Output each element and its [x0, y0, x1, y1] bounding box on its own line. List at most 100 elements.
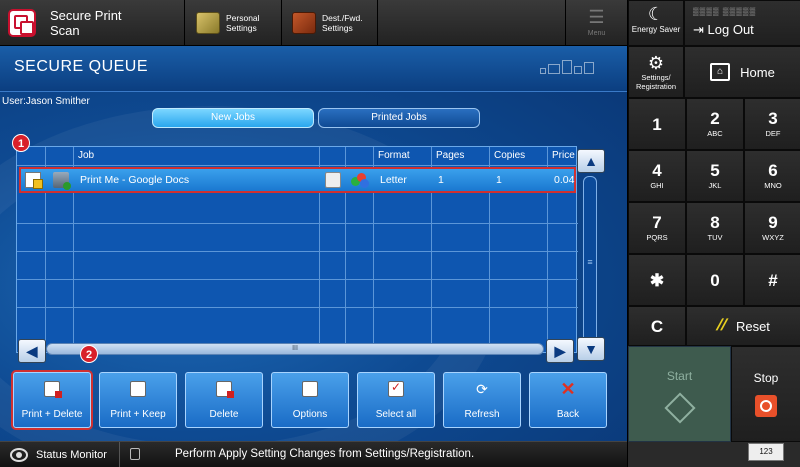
options-icon — [302, 381, 318, 397]
device-screen: Secure Print Scan Personal Settings Dest.… — [0, 0, 800, 467]
key-3[interactable]: 3 DEF — [744, 98, 800, 150]
select-all-icon — [388, 380, 404, 397]
reset-button[interactable]: // Reset — [686, 306, 800, 346]
column-header-price[interactable]: Price — [549, 147, 575, 165]
start-button[interactable]: Start — [628, 346, 731, 442]
pages-cell: 1 — [438, 174, 444, 186]
key-1[interactable]: 1 — [628, 98, 686, 150]
stop-icon — [755, 395, 777, 417]
back-button[interactable]: ✕ Back — [529, 372, 607, 428]
key-8-digit: 8 — [710, 213, 720, 232]
secure-queue-panel: SECURE QUEUE User:Jason Smither New Jobs… — [0, 46, 627, 441]
key-3-digit: 3 — [768, 109, 778, 128]
top-bar: Secure Print Scan Personal Settings Dest.… — [0, 0, 627, 46]
clear-button[interactable]: C — [628, 306, 686, 346]
personal-settings-button[interactable]: Personal Settings — [186, 0, 282, 46]
print-keep-button[interactable]: Print + Keep — [99, 372, 177, 428]
key-6[interactable]: 6 MNO — [744, 150, 800, 202]
key-0-digit: 0 — [710, 271, 720, 290]
key-2[interactable]: 2 ABC — [686, 98, 744, 150]
step-badge-2: 2 — [80, 345, 98, 363]
key-hash[interactable]: # — [744, 254, 800, 306]
key-6-digit: 6 — [768, 161, 778, 180]
logged-in-user-redacted: ▒▒▒▒ ▒▒▒▒▒ — [693, 7, 757, 16]
key-4-digit: 4 — [652, 161, 662, 180]
delete-label: Delete — [209, 409, 239, 420]
print-delete-button[interactable]: Print + Delete — [13, 372, 91, 428]
print-delete-label: Print + Delete — [21, 409, 83, 420]
key-6-letters: MNO — [764, 181, 782, 190]
column-header-pages[interactable]: Pages — [433, 147, 464, 165]
grid-line — [17, 251, 578, 252]
vertical-scroll-track[interactable]: ≡ — [583, 176, 597, 354]
key-7[interactable]: 7 PQRS — [628, 202, 686, 254]
keyboard-mode-button[interactable]: 123 — [748, 443, 784, 461]
table-row[interactable]: Print Me - Google Docs Letter 1 1 0.04 — [19, 167, 576, 193]
key-8[interactable]: 8 TUV — [686, 202, 744, 254]
lock-icon — [130, 448, 140, 460]
logout-button[interactable]: ▒▒▒▒ ▒▒▒▒▒ ⇥ Log Out — [684, 0, 800, 46]
job-table: Job Format Pages Copies Price Print Me -… — [16, 146, 578, 354]
refresh-label: Refresh — [464, 409, 500, 420]
logout-icon: ⇥ — [693, 22, 704, 37]
scroll-right-button[interactable]: ▶ — [546, 339, 574, 363]
user-label: User:Jason Smither — [2, 96, 90, 107]
menu-button[interactable]: ☰ Menu — [565, 0, 627, 46]
secure-print-icon — [8, 9, 36, 37]
key-3-letters: DEF — [765, 129, 781, 138]
column-header-job[interactable]: Job — [75, 147, 94, 165]
key-5[interactable]: 5 JKL — [686, 150, 744, 202]
page-title: SECURE QUEUE — [14, 58, 149, 75]
tab-new-jobs[interactable]: New Jobs — [152, 108, 314, 128]
personal-settings-icon — [196, 12, 220, 34]
stop-button[interactable]: Stop — [731, 346, 800, 442]
menu-icon: ☰ — [588, 7, 605, 27]
select-all-button[interactable]: Select all — [357, 372, 435, 428]
horizontal-scroll-grip: III — [292, 345, 298, 352]
title-bar: SECURE QUEUE — [0, 46, 627, 92]
key-4[interactable]: 4 GHI — [628, 150, 686, 202]
key-0[interactable]: 0 — [686, 254, 744, 306]
document-lock-icon — [25, 172, 43, 189]
back-label: Back — [556, 409, 580, 420]
home-button[interactable]: ⌂ Home — [684, 46, 800, 98]
reset-icon: // — [714, 317, 730, 334]
grid-line — [17, 165, 578, 166]
horizontal-scroll-thumb[interactable]: III — [46, 343, 544, 355]
key-4-letters: GHI — [650, 181, 664, 190]
status-monitor-button[interactable]: Status Monitor — [0, 442, 120, 467]
horizontal-scrollbar[interactable]: ◀ III ▶ — [18, 339, 574, 363]
key-9[interactable]: 9 WXYZ — [744, 202, 800, 254]
moon-icon: ☾ — [647, 4, 665, 24]
options-button[interactable]: Options — [271, 372, 349, 428]
print-keep-label: Print + Keep — [110, 409, 166, 420]
key-8-letters: TUV — [707, 233, 723, 242]
app-tile-secure-print[interactable]: Secure Print Scan — [0, 0, 185, 46]
delete-button[interactable]: Delete — [185, 372, 263, 428]
key-9-digit: 9 — [768, 213, 778, 232]
column-header-format[interactable]: Format — [375, 147, 410, 165]
key-1-digit: 1 — [652, 115, 662, 134]
settings-registration-button[interactable]: ⚙ Settings/Registration — [628, 46, 684, 98]
options-label: Options — [292, 409, 328, 420]
scroll-left-button[interactable]: ◀ — [18, 339, 46, 363]
start-label: Start — [666, 369, 693, 383]
key-7-digit: 7 — [652, 213, 662, 232]
tab-printed-jobs[interactable]: Printed Jobs — [318, 108, 480, 128]
key-2-letters: ABC — [707, 129, 723, 138]
key-5-letters: JKL — [708, 181, 722, 190]
scroll-up-button[interactable]: ▲ — [577, 149, 605, 173]
scroll-down-button[interactable]: ▼ — [577, 337, 605, 361]
dest-fwd-settings-button[interactable]: Dest./Fwd. Settings — [282, 0, 378, 46]
app-name-line1: Secure Print — [50, 8, 122, 23]
action-bar: Print + Delete Print + Keep Delete Optio… — [0, 372, 627, 432]
settings-label-1: Settings/ — [641, 73, 671, 82]
vertical-scroll-grip: ≡ — [587, 257, 593, 267]
stop-label: Stop — [753, 371, 779, 385]
key-5-digit: 5 — [710, 161, 720, 180]
energy-saver-button[interactable]: ☾ Energy Saver — [628, 0, 684, 46]
key-star[interactable]: ✱ — [628, 254, 686, 306]
gear-icon: ⚙ — [647, 53, 665, 73]
refresh-button[interactable]: ⟳ Refresh — [443, 372, 521, 428]
column-header-copies[interactable]: Copies — [491, 147, 525, 165]
